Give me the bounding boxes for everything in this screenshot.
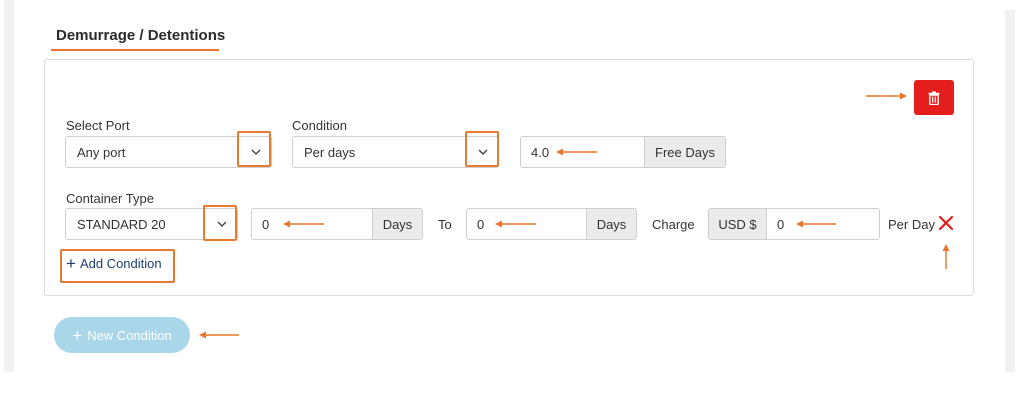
condition-value: Per days [304,144,356,160]
delete-button[interactable] [914,80,954,115]
remove-condition-button[interactable] [937,214,955,232]
plus-icon: + [72,325,83,345]
from-days-value[interactable]: 0 [252,209,372,239]
to-days-value[interactable]: 0 [467,209,586,239]
free-days-value[interactable]: 4.0 [521,137,644,167]
section-title-underline [51,49,219,51]
currency-prefix: USD $ [709,209,767,239]
container-type-dropdown[interactable]: STANDARD 20 [65,208,238,240]
charge-value[interactable]: 0 [767,209,879,239]
from-days-addon: Days [372,209,422,239]
per-day-label: Per Day [888,217,935,232]
chevron-down-icon[interactable] [207,209,237,239]
to-days-input[interactable]: 0 Days [466,208,637,240]
condition-label: Condition [292,118,347,133]
container-type-value: STANDARD 20 [77,216,166,232]
new-condition-button[interactable]: + New Condition [54,317,190,353]
select-port-label: Select Port [66,118,130,133]
trash-icon [928,90,940,105]
add-condition-label: Add Condition [79,256,162,271]
charge-label: Charge [652,217,695,232]
new-condition-label: New Condition [87,327,172,343]
chevron-down-icon[interactable] [468,137,498,167]
free-days-addon: Free Days [644,137,725,167]
right-rail [1005,10,1015,372]
select-port-dropdown[interactable]: Any port [65,136,272,168]
condition-card [44,59,974,296]
section-title: Demurrage / Detentions [56,27,226,44]
container-type-label: Container Type [66,191,154,206]
plus-icon: + [66,254,76,273]
from-days-input[interactable]: 0 Days [251,208,423,240]
to-days-addon: Days [586,209,636,239]
charge-input[interactable]: USD $ 0 [708,208,880,240]
to-label: To [438,217,452,232]
free-days-input[interactable]: 4.0 Free Days [520,136,726,168]
close-icon [938,215,954,231]
chevron-down-icon[interactable] [241,137,271,167]
condition-dropdown[interactable]: Per days [292,136,499,168]
select-port-value: Any port [77,144,126,160]
add-condition-link[interactable]: + Add Condition [66,254,162,273]
left-rail [4,0,14,372]
